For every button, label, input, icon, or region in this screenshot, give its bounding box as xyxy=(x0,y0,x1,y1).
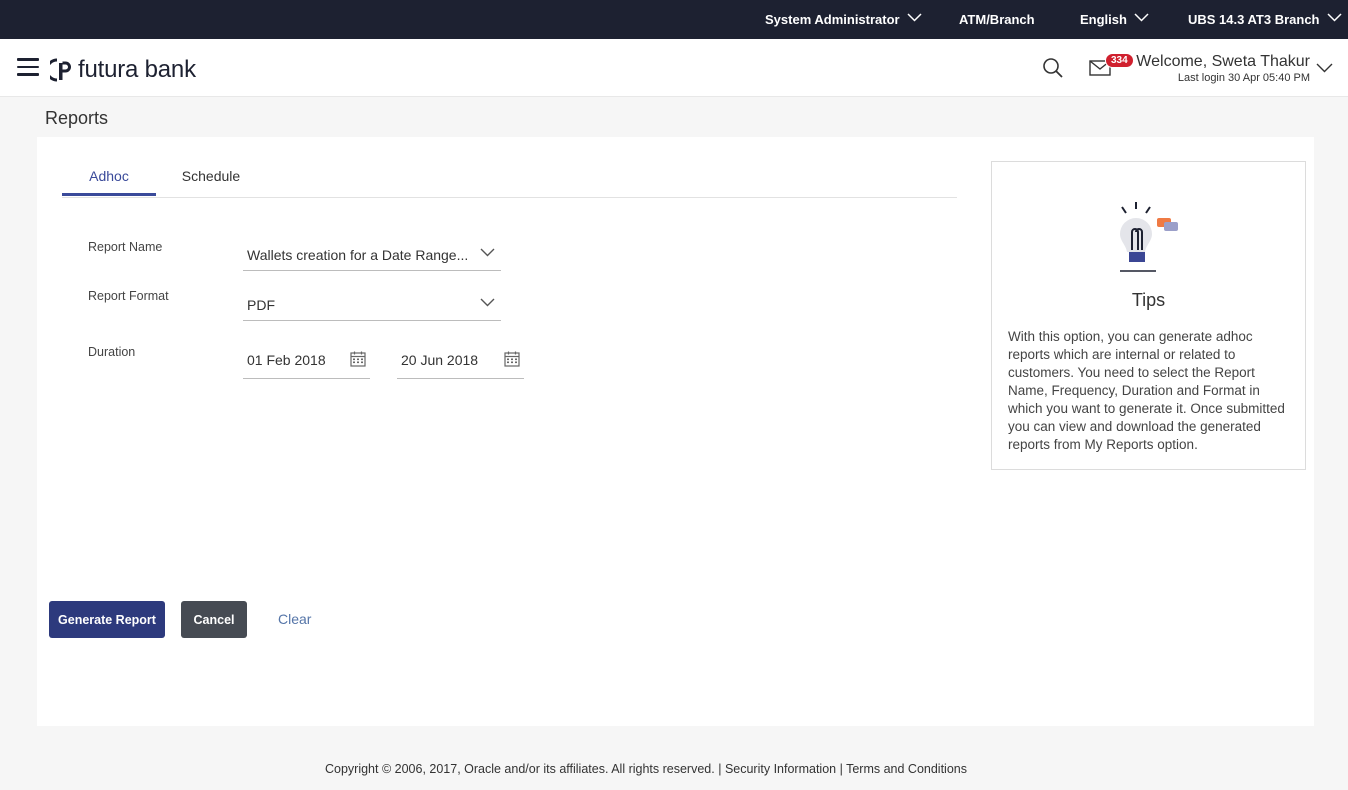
copyright-text: Copyright © 2006, 2017, Oracle and/or it… xyxy=(324,762,715,776)
user-menu[interactable]: Welcome, Sweta Thakur Last login 30 Apr … xyxy=(1136,53,1310,84)
lightbulb-icon xyxy=(1120,202,1178,272)
report-name-label: Report Name xyxy=(88,240,163,254)
role-dropdown[interactable]: System Administrator xyxy=(765,12,922,27)
chevron-down-icon xyxy=(480,298,495,307)
last-login-text: Last login 30 Apr 05:40 PM xyxy=(1177,72,1310,84)
atm-branch-link[interactable]: ATM/Branch xyxy=(959,12,1035,27)
notification-badge: 334 xyxy=(1105,53,1134,68)
calendar-icon[interactable] xyxy=(350,351,366,367)
tab-schedule[interactable]: Schedule xyxy=(166,158,256,196)
tab-adhoc[interactable]: Adhoc xyxy=(62,158,156,196)
security-information-link[interactable]: Security Information xyxy=(725,762,836,776)
logo-text: futura bank xyxy=(78,56,196,83)
report-format-value: PDF xyxy=(247,297,275,313)
footer-separator: | xyxy=(839,762,843,776)
calendar-icon[interactable] xyxy=(504,351,520,367)
search-icon[interactable] xyxy=(1042,57,1064,79)
chevron-down-icon xyxy=(1326,13,1342,22)
branch-label: UBS 14.3 AT3 Branch xyxy=(1188,12,1320,27)
footer-separator: | xyxy=(718,762,722,776)
report-format-label: Report Format xyxy=(88,289,169,303)
tips-title: Tips xyxy=(1131,290,1166,310)
menu-icon[interactable] xyxy=(17,58,39,76)
tips-text: With this option, you can generate adhoc… xyxy=(1008,329,1285,452)
report-format-select[interactable]: PDF xyxy=(243,287,501,321)
duration-to-value: 20 Jun 2018 xyxy=(401,352,479,368)
cancel-button[interactable]: Cancel xyxy=(181,601,247,638)
terms-conditions-link[interactable]: Terms and Conditions xyxy=(846,762,967,776)
app-header: futura bank 334 Welcome, Sweta Thakur La… xyxy=(0,39,1348,97)
page-title: Reports xyxy=(45,108,109,128)
report-tabs: Adhoc Schedule xyxy=(62,158,957,198)
duration-from-value: 01 Feb 2018 xyxy=(247,352,326,368)
welcome-text: Welcome, Sweta Thakur xyxy=(1136,53,1310,70)
branch-dropdown[interactable]: UBS 14.3 AT3 Branch xyxy=(1188,12,1342,27)
report-name-select[interactable]: Wallets creation for a Date Range... xyxy=(243,237,501,271)
chevron-down-icon xyxy=(1134,13,1149,22)
language-label: English xyxy=(1080,12,1127,27)
duration-label: Duration xyxy=(88,345,136,359)
top-bar: System Administrator ATM/Branch English … xyxy=(0,0,1348,39)
chevron-down-icon xyxy=(480,248,495,257)
chevron-down-icon[interactable] xyxy=(1316,63,1333,73)
role-label: System Administrator xyxy=(765,12,900,27)
bank-logo[interactable]: futura bank xyxy=(50,56,196,84)
duration-to-field[interactable]: 20 Jun 2018 xyxy=(397,339,524,379)
report-name-value: Wallets creation for a Date Range... xyxy=(247,247,469,263)
chevron-down-icon xyxy=(907,13,922,22)
duration-from-field[interactable]: 01 Feb 2018 xyxy=(243,339,370,379)
language-dropdown[interactable]: English xyxy=(1080,12,1149,27)
generate-report-button[interactable]: Generate Report xyxy=(49,601,165,638)
tips-panel: Tips With this option, you can generate … xyxy=(991,161,1306,470)
footer: Copyright © 2006, 2017, Oracle and/or it… xyxy=(0,762,1292,776)
atm-branch-label: ATM/Branch xyxy=(959,12,1035,27)
clear-link[interactable]: Clear xyxy=(278,611,311,627)
futura-logo-icon xyxy=(50,58,71,82)
